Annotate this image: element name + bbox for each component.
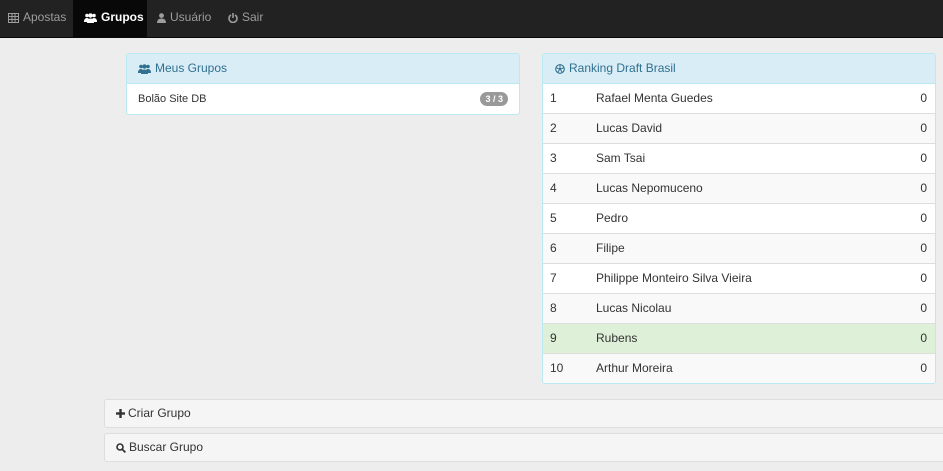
ranking-row: 7 Philippe Monteiro Silva Vieira 0	[543, 263, 935, 293]
rank-position: 5	[550, 211, 557, 225]
ranking-heading: Ranking Draft Brasil	[543, 54, 935, 84]
soccer-ball-icon	[555, 63, 565, 74]
player-name: Rubens	[596, 331, 638, 345]
ranking-panel: Ranking Draft Brasil 1 Rafael Menta Guede…	[542, 53, 936, 384]
rank-position: 7	[550, 271, 557, 285]
search-icon	[116, 443, 126, 453]
power-icon	[228, 12, 238, 23]
player-name: Philippe Monteiro Silva Vieira	[596, 271, 752, 285]
rank-position: 4	[550, 181, 557, 195]
group-name: Bolão Site DB	[138, 93, 207, 105]
my-groups-title: Meus Grupos	[155, 61, 228, 75]
player-name: Sam Tsai	[596, 151, 646, 165]
player-points: 0	[920, 121, 927, 135]
rank-position: 10	[550, 361, 564, 375]
rank-position: 8	[550, 301, 557, 315]
player-name: Arthur Moreira	[596, 361, 673, 375]
nav-usuario-label: Usuário	[170, 10, 212, 24]
nav-grupos[interactable]: Grupos	[73, 0, 147, 37]
nav-apostas-label: Apostas	[23, 10, 67, 24]
player-points: 0	[920, 211, 927, 225]
player-name: Lucas Nepomuceno	[596, 181, 703, 195]
player-points: 0	[920, 241, 927, 255]
player-name: Rafael Menta Guedes	[596, 91, 713, 105]
ranking-row: 3 Sam Tsai 0	[543, 143, 935, 173]
create-group-label: Criar Grupo	[128, 406, 191, 420]
player-points: 0	[920, 361, 927, 375]
rank-position: 9	[550, 331, 557, 345]
ranking-row: 6 Filipe 0	[543, 233, 935, 263]
player-points: 0	[920, 91, 927, 105]
ranking-table: 1 Rafael Menta Guedes 0 2 Lucas David 0 3 Sam…	[543, 84, 935, 383]
users-icon	[138, 64, 151, 74]
player-points: 0	[920, 181, 927, 195]
ranking-title: Ranking Draft Brasil	[569, 61, 676, 75]
nav-sair[interactable]: Sair	[228, 0, 263, 37]
player-points: 0	[920, 151, 927, 165]
ranking-row-highlighted: 9 Rubens 0	[543, 323, 935, 353]
group-member-count-badge: 3 / 3	[480, 92, 508, 106]
search-group-label: Buscar Grupo	[129, 440, 204, 454]
ranking-row: 4 Lucas Nepomuceno 0	[543, 173, 935, 203]
nav-sair-label: Sair	[242, 10, 264, 24]
ranking-row: 1 Rafael Menta Guedes 0	[543, 84, 935, 113]
player-name: Lucas David	[596, 121, 663, 135]
ranking-row: 10 Arthur Moreira 0	[543, 353, 935, 383]
table-icon	[8, 12, 19, 23]
group-item[interactable]: Bolão Site DB 3 / 3	[127, 84, 519, 114]
plus-icon	[116, 409, 125, 419]
my-groups-panel: Meus Grupos Bolão Site DB 3 / 3	[126, 53, 520, 115]
top-navbar: Apostas Grupos Usuário Sair	[0, 0, 943, 38]
player-name: Pedro	[596, 211, 629, 225]
nav-usuario[interactable]: Usuário	[157, 0, 211, 37]
rank-position: 3	[550, 151, 557, 165]
ranking-row: 5 Pedro 0	[543, 203, 935, 233]
my-groups-heading: Meus Grupos	[127, 54, 519, 84]
ranking-row: 8 Lucas Nicolau 0	[543, 293, 935, 323]
ranking-row: 2 Lucas David 0	[543, 113, 935, 143]
search-group-button[interactable]: Buscar Grupo	[104, 433, 943, 462]
rank-position: 6	[550, 241, 557, 255]
rank-position: 2	[550, 121, 557, 135]
nav-apostas[interactable]: Apostas	[0, 0, 77, 37]
player-name: Filipe	[596, 241, 625, 255]
player-points: 0	[920, 331, 927, 345]
user-icon	[157, 13, 166, 23]
users-icon	[84, 13, 97, 23]
rank-position: 1	[550, 91, 557, 105]
player-name: Lucas Nicolau	[596, 301, 672, 315]
nav-grupos-label: Grupos	[101, 10, 144, 24]
player-points: 0	[920, 271, 927, 285]
player-points: 0	[920, 301, 927, 315]
create-group-button[interactable]: Criar Grupo	[104, 399, 943, 428]
